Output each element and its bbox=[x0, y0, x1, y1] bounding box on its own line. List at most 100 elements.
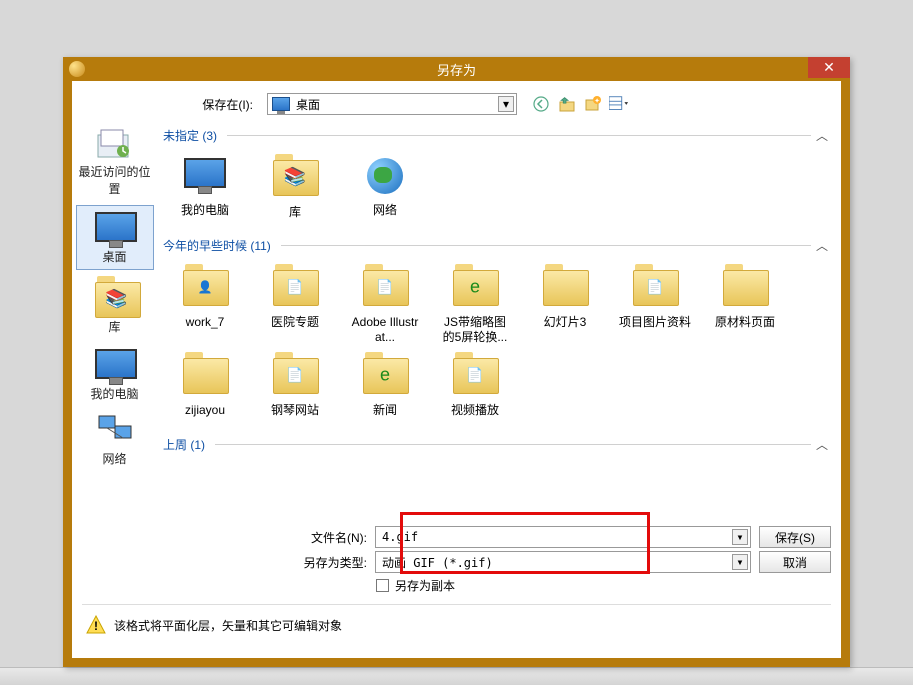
sidebar-item-label: 网络 bbox=[76, 450, 154, 467]
top-row: 保存在(I): 桌面 ▾ ✦ bbox=[72, 89, 841, 121]
folder-icon bbox=[541, 270, 589, 312]
save-copy-checkbox[interactable] bbox=[376, 579, 389, 592]
file-label: 新闻 bbox=[349, 403, 421, 417]
bottom-panel: 文件名(N): 4.gif ▾ 保存(S) 另存为类型: 动画 GIF (*.g… bbox=[72, 517, 841, 649]
app-icon bbox=[69, 61, 85, 77]
file-view: 未指定 (3) ︿ 我的电脑 📚 库 网络 bbox=[157, 121, 841, 517]
file-item-network[interactable]: 网络 bbox=[349, 156, 421, 219]
sidebar-item-libraries[interactable]: 📚 库 bbox=[76, 274, 154, 339]
type-row: 另存为类型: 动画 GIF (*.gif) ▾ 取消 bbox=[282, 551, 831, 573]
file-item[interactable]: zijiayou bbox=[169, 354, 241, 417]
body: 最近访问的位置 桌面 📚 库 我的电脑 bbox=[72, 121, 841, 517]
network-icon bbox=[95, 414, 135, 448]
type-select[interactable]: 动画 GIF (*.gif) ▾ bbox=[375, 551, 751, 573]
folder-icon: 📄 bbox=[361, 270, 409, 312]
warning-text: 该格式将平面化层，矢量和其它可编辑对象 bbox=[114, 617, 342, 634]
back-icon[interactable] bbox=[531, 94, 551, 114]
group-title: 上周 (1) bbox=[163, 436, 205, 453]
location-select[interactable]: 桌面 ▾ bbox=[267, 93, 517, 115]
group-header[interactable]: 未指定 (3) ︿ bbox=[163, 121, 835, 148]
warning-row: ! 该格式将平面化层，矢量和其它可编辑对象 bbox=[82, 604, 831, 643]
file-label: Adobe Illustrat... bbox=[349, 315, 421, 344]
computer-icon bbox=[95, 349, 135, 383]
divider bbox=[215, 444, 811, 445]
folder-e-icon: e bbox=[451, 270, 499, 312]
chevron-down-icon: ▾ bbox=[732, 554, 748, 570]
app-status-bar bbox=[0, 667, 913, 685]
file-item[interactable]: 📄 钢琴网站 bbox=[259, 354, 331, 417]
file-label: JS带缩略图的5屏轮换... bbox=[439, 315, 511, 344]
chevron-down-icon: ▾ bbox=[498, 96, 514, 112]
folder-icon: 📄 bbox=[451, 358, 499, 400]
sidebar-item-recent[interactable]: 最近访问的位置 bbox=[76, 123, 154, 201]
folder-icon bbox=[181, 358, 229, 400]
file-item[interactable]: 📄 医院专题 bbox=[259, 266, 331, 344]
folder-icon: 📄 bbox=[271, 358, 319, 400]
location-value: 桌面 bbox=[296, 96, 320, 113]
file-label: 钢琴网站 bbox=[259, 403, 331, 417]
sidebar-item-label: 最近访问的位置 bbox=[76, 163, 154, 197]
desktop-icon bbox=[272, 97, 290, 111]
file-label: 我的电脑 bbox=[169, 203, 241, 217]
dialog-title: 另存为 bbox=[437, 60, 476, 79]
group-header[interactable]: 上周 (1) ︿ bbox=[163, 430, 835, 457]
chevron-up-icon[interactable]: ︿ bbox=[813, 435, 831, 453]
save-button[interactable]: 保存(S) bbox=[759, 526, 831, 548]
sidebar-item-label: 桌面 bbox=[77, 248, 153, 265]
group-header[interactable]: 今年的早些时候 (11) ︿ bbox=[163, 231, 835, 258]
file-item[interactable]: 📄 项目图片资料 bbox=[619, 266, 691, 344]
sidebar-item-desktop[interactable]: 桌面 bbox=[76, 205, 154, 270]
up-icon[interactable] bbox=[557, 94, 577, 114]
view-menu-icon[interactable] bbox=[609, 94, 629, 114]
recent-places-icon bbox=[95, 127, 135, 161]
svg-text:!: ! bbox=[94, 619, 98, 633]
toolbar: ✦ bbox=[531, 94, 629, 114]
desktop-icon bbox=[95, 212, 135, 246]
warning-icon: ! bbox=[86, 615, 106, 635]
file-item[interactable]: 📄 视频播放 bbox=[439, 354, 511, 417]
folder-e-icon: e bbox=[361, 358, 409, 400]
cancel-button[interactable]: 取消 bbox=[759, 551, 831, 573]
close-icon: ✕ bbox=[823, 59, 835, 76]
sidebar-item-label: 我的电脑 bbox=[76, 385, 154, 402]
file-item[interactable]: 原材料页面 bbox=[709, 266, 781, 344]
file-label: 网络 bbox=[349, 203, 421, 217]
sidebar-item-computer[interactable]: 我的电脑 bbox=[76, 343, 154, 406]
filename-label: 文件名(N): bbox=[282, 529, 367, 546]
chevron-up-icon[interactable]: ︿ bbox=[813, 127, 831, 145]
computer-icon bbox=[181, 158, 229, 200]
libraries-icon: 📚 bbox=[95, 282, 135, 316]
save-in-label: 保存在(I): bbox=[84, 96, 259, 113]
group-items: 我的电脑 📚 库 网络 bbox=[163, 148, 835, 231]
file-item[interactable]: 👤 work_7 bbox=[169, 266, 241, 344]
network-icon bbox=[361, 158, 409, 200]
file-label: 视频播放 bbox=[439, 403, 511, 417]
filename-input[interactable]: 4.gif ▾ bbox=[375, 526, 751, 548]
sidebar-item-network[interactable]: 网络 bbox=[76, 410, 154, 471]
libraries-folder-icon: 📚 bbox=[271, 160, 319, 202]
file-item-computer[interactable]: 我的电脑 bbox=[169, 156, 241, 219]
new-folder-icon[interactable]: ✦ bbox=[583, 94, 603, 114]
file-label: zijiayou bbox=[169, 403, 241, 417]
type-value: 动画 GIF (*.gif) bbox=[382, 554, 493, 571]
filename-value: 4.gif bbox=[382, 530, 418, 544]
group-title: 未指定 (3) bbox=[163, 127, 217, 144]
svg-text:✦: ✦ bbox=[594, 97, 600, 105]
file-item-libraries[interactable]: 📚 库 bbox=[259, 156, 331, 219]
folder-icon bbox=[721, 270, 769, 312]
file-item[interactable]: 幻灯片3 bbox=[529, 266, 601, 344]
save-copy-label: 另存为副本 bbox=[395, 577, 455, 594]
file-label: 原材料页面 bbox=[709, 315, 781, 329]
group-items: 👤 work_7 📄 医院专题 📄 Adobe Illustrat... e J… bbox=[163, 258, 835, 429]
folder-icon: 📄 bbox=[631, 270, 679, 312]
file-item[interactable]: 📄 Adobe Illustrat... bbox=[349, 266, 421, 344]
chevron-up-icon[interactable]: ︿ bbox=[813, 237, 831, 255]
file-label: work_7 bbox=[169, 315, 241, 329]
type-label: 另存为类型: bbox=[282, 554, 367, 571]
dialog-content: 保存在(I): 桌面 ▾ ✦ bbox=[72, 81, 841, 649]
chevron-down-icon: ▾ bbox=[732, 529, 748, 545]
file-item[interactable]: e JS带缩略图的5屏轮换... bbox=[439, 266, 511, 344]
file-item[interactable]: e 新闻 bbox=[349, 354, 421, 417]
close-button[interactable]: ✕ bbox=[808, 57, 850, 78]
file-label: 库 bbox=[259, 205, 331, 219]
